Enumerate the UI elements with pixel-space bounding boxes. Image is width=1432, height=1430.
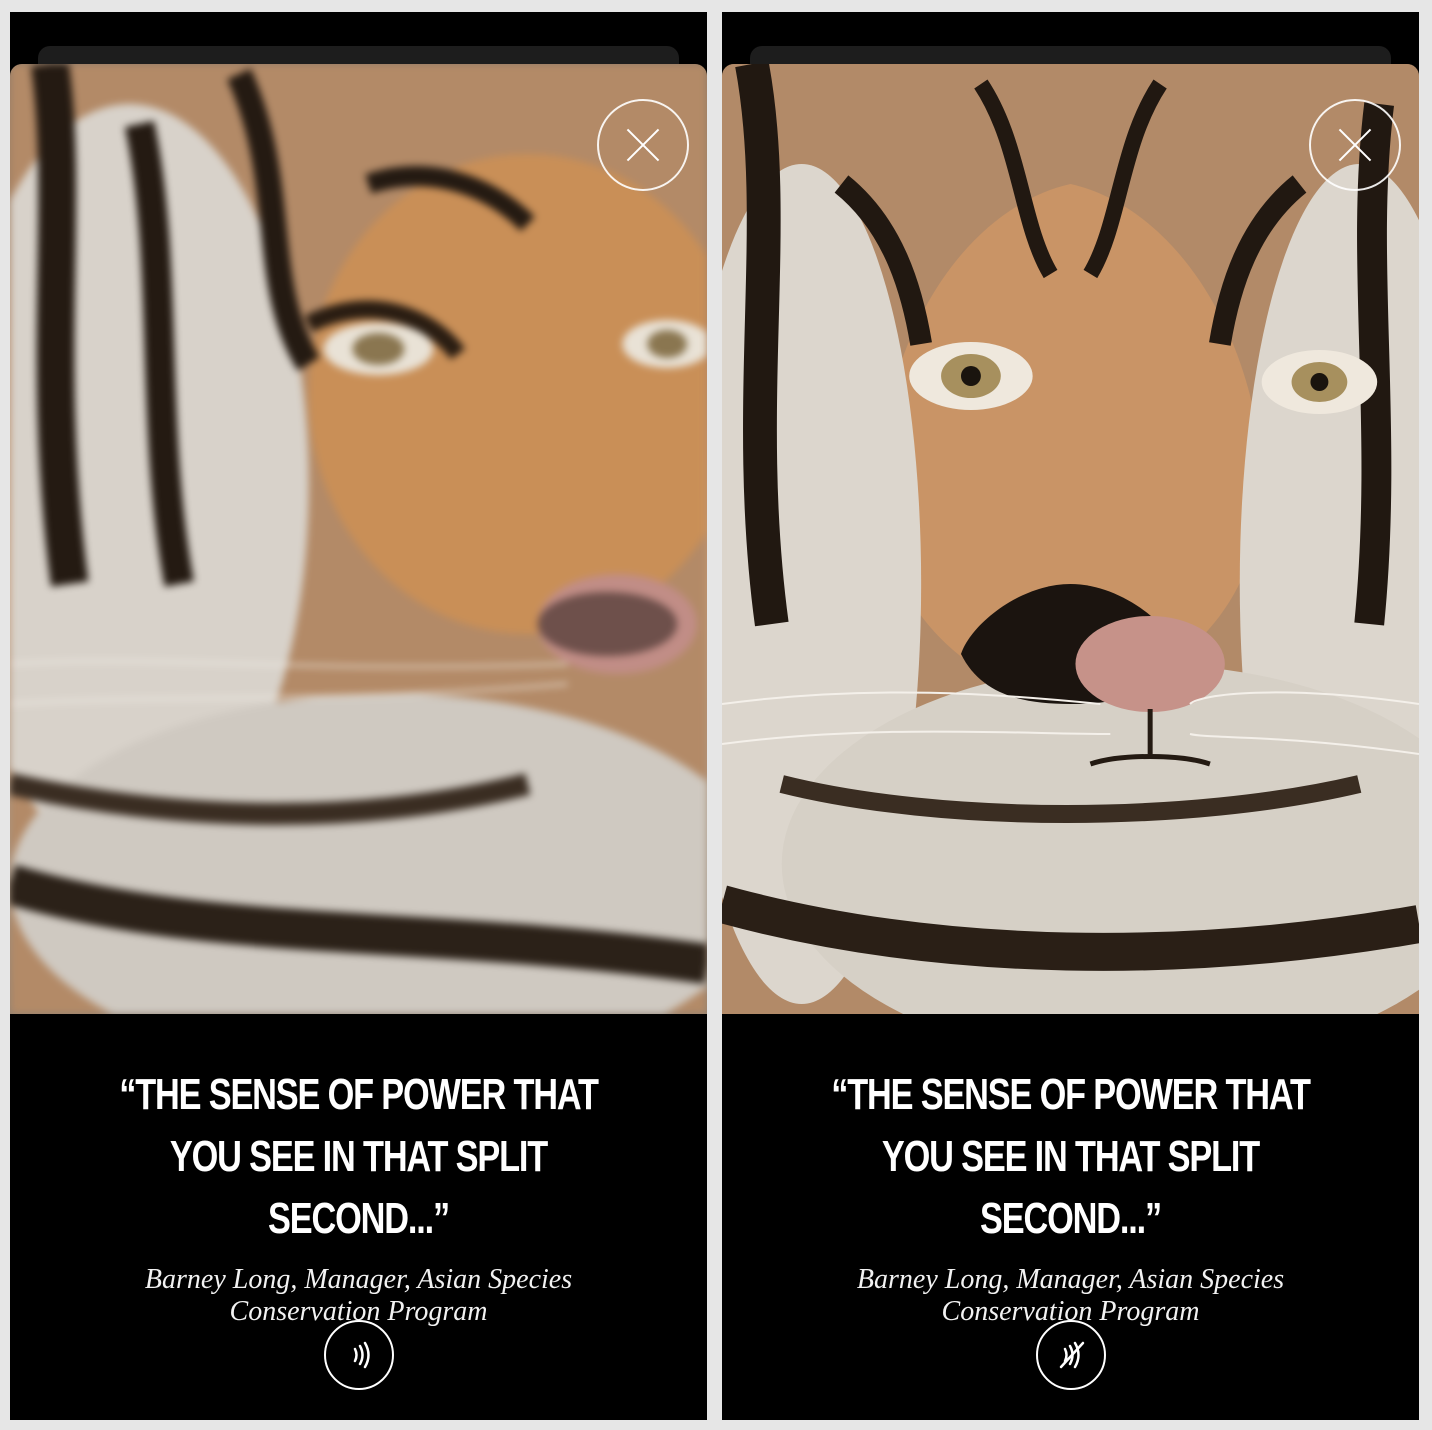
- audio-toggle-button[interactable]: [1035, 1320, 1106, 1390]
- tiger-image: [722, 64, 1419, 1014]
- tiger-image: [10, 64, 707, 1014]
- comparison-collage: “THE SENSE OF POWER THAT YOU SEE IN THAT…: [0, 0, 1432, 1430]
- caption-panel: “THE SENSE OF POWER THAT YOU SEE IN THAT…: [722, 1014, 1419, 1420]
- sound-on-icon: [353, 1341, 370, 1369]
- audio-toggle-button[interactable]: [323, 1320, 394, 1390]
- screen-right: “THE SENSE OF POWER THAT YOU SEE IN THAT…: [722, 12, 1419, 1420]
- tiger-photo: [722, 64, 1419, 1014]
- story-modal: “THE SENSE OF POWER THAT YOU SEE IN THAT…: [10, 64, 707, 1420]
- close-button[interactable]: [1309, 99, 1401, 191]
- screen-left: “THE SENSE OF POWER THAT YOU SEE IN THAT…: [10, 12, 707, 1420]
- caption-panel: “THE SENSE OF POWER THAT YOU SEE IN THAT…: [10, 1014, 707, 1420]
- quote-attribution: Barney Long, Manager, Asian Species Cons…: [144, 1264, 573, 1327]
- story-modal: “THE SENSE OF POWER THAT YOU SEE IN THAT…: [722, 64, 1419, 1420]
- sound-muted-icon: [1059, 1341, 1084, 1369]
- quote-attribution: Barney Long, Manager, Asian Species Cons…: [856, 1264, 1285, 1327]
- close-button[interactable]: [597, 99, 689, 191]
- tiger-photo: [10, 64, 707, 1014]
- quote-text: “THE SENSE OF POWER THAT YOU SEE IN THAT…: [831, 1070, 1311, 1243]
- quote-text: “THE SENSE OF POWER THAT YOU SEE IN THAT…: [119, 1070, 599, 1243]
